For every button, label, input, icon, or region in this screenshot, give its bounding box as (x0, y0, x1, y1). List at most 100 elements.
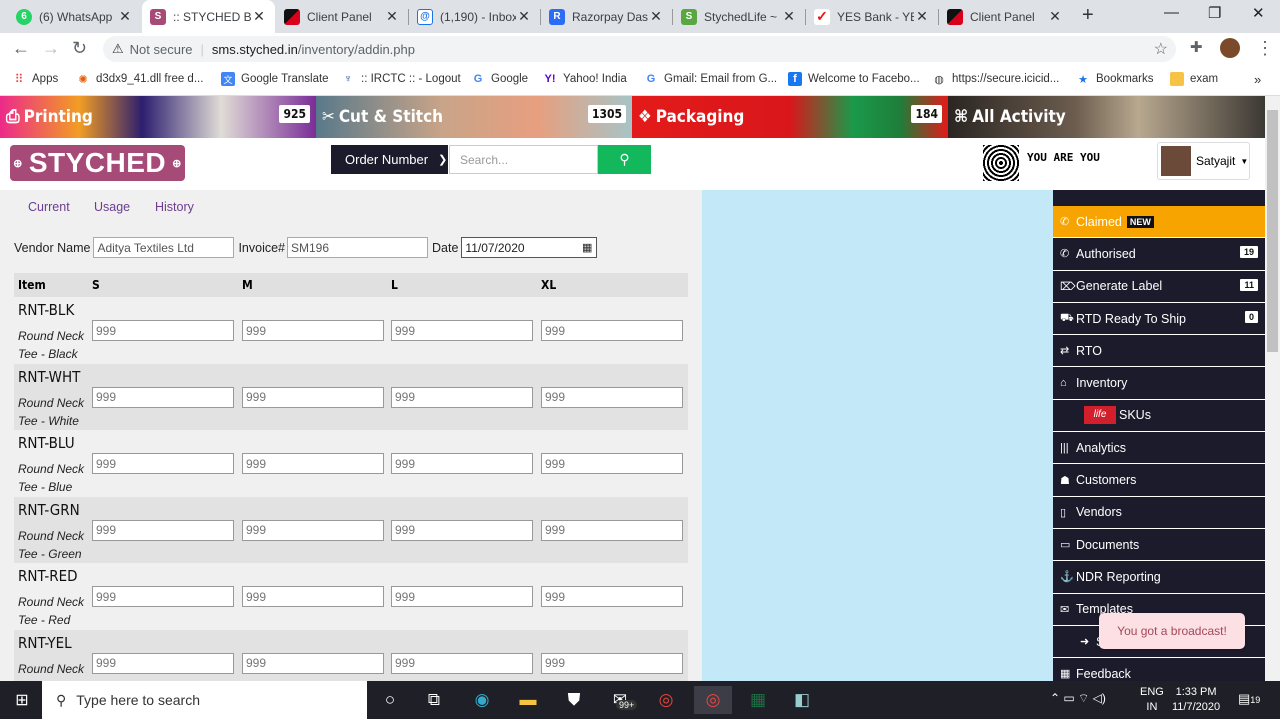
qty-input-xl[interactable] (541, 652, 683, 674)
sidebar-item-rto[interactable]: ⇄ RTO (1053, 335, 1265, 368)
qty-input-m[interactable] (242, 652, 384, 674)
reload-icon[interactable]: ↻ (72, 38, 87, 59)
store-icon[interactable]: ⛊ (560, 686, 588, 714)
minimize-icon[interactable]: — (1164, 4, 1179, 21)
user-menu[interactable]: Satyajit ▼ (1157, 142, 1250, 180)
banner-all-activity[interactable]: ⌘ All Activity (948, 96, 1265, 138)
cortana-icon[interactable]: ○ (376, 686, 404, 714)
clock[interactable]: 1:33 PM 11/7/2020 (1172, 685, 1220, 715)
qty-input-s[interactable] (92, 586, 234, 607)
sidebar-item-vendors[interactable]: ▯ Vendors (1053, 497, 1265, 529)
search-input[interactable]: Search... (449, 145, 598, 174)
chrome-active-icon[interactable]: ◎ (694, 686, 732, 714)
qty-input-m[interactable] (242, 519, 384, 541)
sidebar-item-claimed[interactable]: ✆ Claimed NEW (1053, 206, 1265, 239)
sidebar-item-skus[interactable]: life SKUs (1053, 400, 1265, 433)
task-view-icon[interactable]: ⧉ (420, 686, 448, 714)
sidebar-item-documents[interactable]: ▭ Documents (1053, 529, 1265, 562)
tab-inbox[interactable]: @ (1,190) - Inbox ✕ (409, 0, 540, 33)
sidebar-item-authorised[interactable]: ✆ Authorised 19 (1053, 238, 1265, 271)
bookmark-bookmarks[interactable]: ★ Bookmarks (1076, 72, 1153, 86)
calendar-icon[interactable]: ▦ (582, 241, 592, 254)
qty-input-xl[interactable] (541, 519, 683, 541)
qty-input-l[interactable] (391, 586, 533, 607)
bookmark-icici[interactable]: ◍ https://secure.icicid... (932, 72, 1059, 86)
chrome-icon[interactable]: ◎ (652, 686, 680, 714)
qty-input-m[interactable] (242, 386, 384, 408)
sidebar-item-customers[interactable]: ☗ Customers (1053, 464, 1265, 497)
tab-client-panel[interactable]: Client Panel ✕ (276, 0, 408, 33)
qty-input-l[interactable] (391, 652, 533, 674)
sidebar-item-generate-label[interactable]: ⌦ Generate Label 11 (1053, 271, 1265, 303)
bookmark-google-translate[interactable]: 文 Google Translate (221, 72, 329, 86)
qty-input-m[interactable] (242, 320, 384, 341)
bookmark-gmail[interactable]: G Gmail: Email from G... (644, 72, 777, 86)
close-icon[interactable]: ✕ (384, 8, 400, 25)
styched-logo[interactable]: ⊕ STYCHED ⊕ (10, 145, 185, 181)
qty-input-s[interactable] (92, 519, 234, 541)
qty-input-xl[interactable] (541, 386, 683, 408)
sidebar-item-feedback[interactable]: ▦ Feedback (1053, 658, 1265, 681)
tab-razorpay[interactable]: R Razorpay Dash ✕ (541, 0, 672, 33)
bookmark-d3dx9[interactable]: ✺ d3dx9_41.dll free d... (76, 72, 203, 86)
date-field[interactable]: 11/07/2020 ▦ (461, 237, 598, 258)
invoice-field[interactable] (287, 237, 428, 258)
close-icon[interactable]: ✕ (1047, 8, 1063, 25)
notification-icon[interactable]: ▤19 (1238, 691, 1260, 708)
url-bar[interactable]: ⚠ Not secure | sms.styched.in /inventory… (103, 36, 1176, 62)
banner-cut-stitch[interactable]: ✂ Cut & Stitch 1305 (316, 96, 632, 138)
qty-input-s[interactable] (92, 652, 234, 674)
star-icon[interactable]: ☆ (1154, 39, 1168, 59)
tab-stychedlife[interactable]: S StychedLife ~ ✕ (673, 0, 805, 33)
tab-usage[interactable]: Usage (94, 200, 130, 214)
notepad-icon[interactable]: ◧ (788, 686, 816, 714)
sidebar-item-rtd-ready-to-ship[interactable]: ⛟ RTD Ready To Ship 0 (1053, 303, 1265, 336)
qty-input-m[interactable] (242, 586, 384, 607)
tab-client-panel-2[interactable]: Client Panel ✕ (939, 0, 1071, 33)
bookmark-exam[interactable]: exam (1170, 72, 1218, 86)
bookmark-google[interactable]: G Google (471, 72, 528, 86)
mail-app-icon[interactable]: ✉99+ (606, 686, 638, 714)
sidebar-item-analytics[interactable]: ||| Analytics (1053, 432, 1265, 465)
broadcast-toast[interactable]: You got a broadcast! (1099, 613, 1245, 649)
order-number-select[interactable]: Order Number ❯ (331, 145, 448, 174)
search-button[interactable]: ⚲ (598, 145, 651, 174)
forward-icon[interactable]: → (42, 38, 60, 59)
sidebar-item-ndr-reporting[interactable]: ⚓ NDR Reporting (1053, 561, 1265, 594)
new-tab-icon[interactable]: + (1082, 4, 1094, 27)
close-icon[interactable]: ✕ (117, 8, 133, 25)
more-bookmarks-icon[interactable]: » (1254, 72, 1261, 87)
tab-styched[interactable]: S :: STYCHED Ba ✕ (142, 0, 275, 33)
qty-input-l[interactable] (391, 386, 533, 408)
file-explorer-icon[interactable]: ▬ (514, 686, 542, 714)
tray-icons[interactable]: ⌃ ▭ ⌔ ◁) (1050, 691, 1106, 706)
windows-start-icon[interactable]: ⊞ (8, 686, 36, 714)
language-indicator[interactable]: ENG IN (1140, 685, 1164, 715)
qty-input-xl[interactable] (541, 320, 683, 341)
taskbar-search[interactable]: ⚲ Type here to search (42, 681, 367, 719)
tab-history[interactable]: History (155, 200, 194, 214)
vendor-name-field[interactable] (93, 237, 235, 258)
sidebar-item-inventory[interactable]: ⌂ Inventory (1053, 368, 1265, 400)
edge-icon[interactable]: ◉ (468, 686, 496, 714)
extensions-icon[interactable]: ✚ (1190, 38, 1203, 56)
bookmark-facebook[interactable]: f Welcome to Facebo... (788, 72, 920, 86)
qty-input-m[interactable] (242, 453, 384, 474)
excel-icon[interactable]: ▦ (744, 686, 772, 714)
window-close-icon[interactable]: ✕ (1252, 4, 1265, 22)
qty-input-s[interactable] (92, 453, 234, 474)
bookmark-apps[interactable]: ⠿ Apps (12, 72, 59, 86)
qty-input-l[interactable] (391, 453, 533, 474)
back-icon[interactable]: ← (12, 38, 30, 59)
close-icon[interactable]: ✕ (648, 8, 664, 25)
scrollbar[interactable] (1265, 96, 1280, 681)
tab-yes-bank[interactable]: ✓ YES Bank - YES ✕ (806, 0, 938, 33)
qty-input-xl[interactable] (541, 453, 683, 474)
qty-input-l[interactable] (391, 320, 533, 341)
bookmark-irctc[interactable]: ♆:: IRCTC :: - Logout (341, 72, 461, 86)
banner-packaging[interactable]: ❖ Packaging 184 (632, 96, 948, 138)
close-icon[interactable]: ✕ (914, 8, 930, 25)
banner-printing[interactable]: ⎙ Printing 925 (0, 96, 316, 138)
close-icon[interactable]: ✕ (251, 8, 267, 25)
scrollbar-thumb[interactable] (1267, 110, 1278, 352)
